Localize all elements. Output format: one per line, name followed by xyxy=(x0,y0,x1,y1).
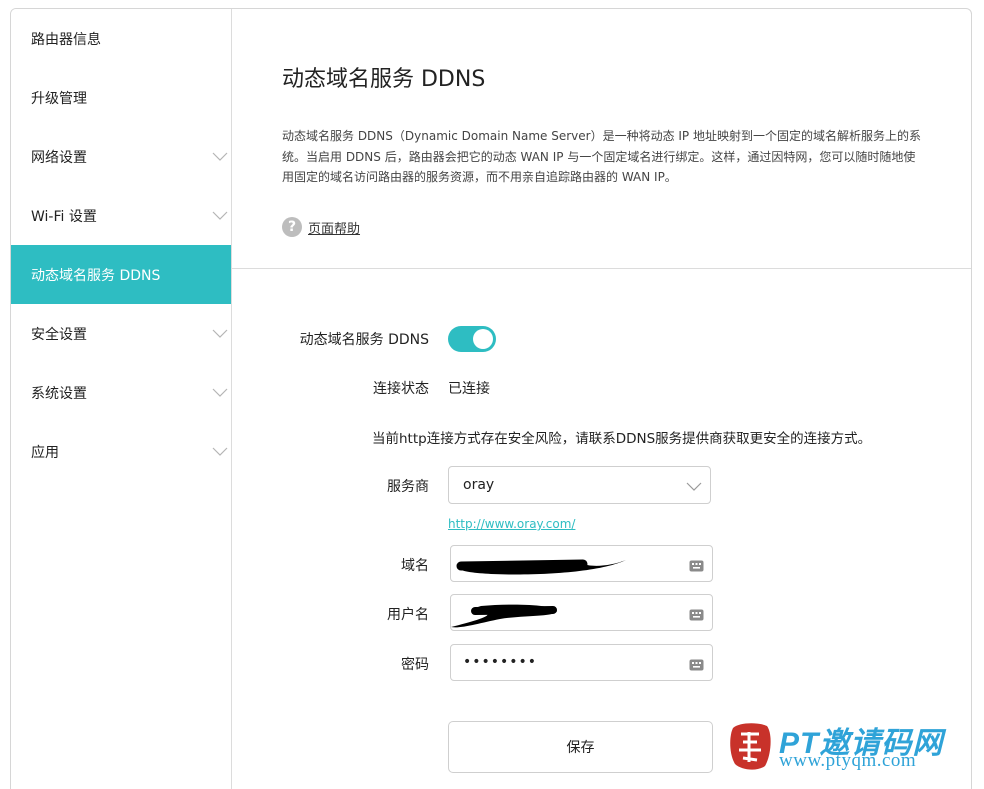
sidebar-item-label: 安全设置 xyxy=(31,326,87,343)
save-button[interactable]: 保存 xyxy=(448,721,713,773)
sidebar-item-security[interactable]: 安全设置 xyxy=(11,304,231,363)
sidebar-item-apps[interactable]: 应用 xyxy=(11,422,231,481)
sidebar-item-label: 系统设置 xyxy=(31,385,87,402)
page-help-label: 页面帮助 xyxy=(308,221,361,237)
sidebar-item-label: 应用 xyxy=(31,444,59,461)
provider-link[interactable]: http://www.oray.com/ xyxy=(448,517,575,531)
sidebar-item-wifi[interactable]: Wi-Fi 设置 xyxy=(11,186,231,245)
page-description: 动态域名服务 DDNS（Dynamic Domain Name Server）是… xyxy=(282,129,921,184)
main-content: 动态域名服务 DDNS 动态域名服务 DDNS（Dynamic Domain N… xyxy=(232,9,971,789)
router-admin-window: 路由器信息 升级管理 网络设置 Wi-Fi 设置 动态域名服务 DDNS 安全设… xyxy=(10,8,972,789)
page-help-link[interactable]: ? 页面帮助 xyxy=(282,217,360,237)
keyboard-icon[interactable] xyxy=(689,606,704,625)
sidebar-item-label: 网络设置 xyxy=(31,149,87,166)
chevron-down-icon xyxy=(686,480,702,496)
watermark-url: www.ptyqm.com xyxy=(779,750,917,771)
security-warning: 当前http连接方式存在安全风险，请联系DDNS服务提供商获取更安全的连接方式。 xyxy=(372,431,872,447)
password-field[interactable]: •••••••• xyxy=(450,644,713,681)
redaction-scribble xyxy=(456,559,626,575)
status-label: 连接状态 xyxy=(373,381,429,397)
watermark: PT邀请码网 www.ptyqm.com xyxy=(729,718,979,778)
keyboard-icon[interactable] xyxy=(689,557,704,576)
page-title: 动态域名服务 DDNS xyxy=(282,67,486,92)
toggle-knob xyxy=(473,329,493,349)
chevron-down-icon xyxy=(212,328,228,339)
status-value: 已连接 xyxy=(448,381,490,397)
username-label: 用户名 xyxy=(387,607,429,623)
ddns-toggle[interactable] xyxy=(448,326,496,352)
sidebar-item-router-info[interactable]: 路由器信息 xyxy=(11,9,231,68)
sidebar-item-network[interactable]: 网络设置 xyxy=(11,127,231,186)
username-field[interactable] xyxy=(450,594,713,631)
sidebar-item-label: 路由器信息 xyxy=(31,31,101,48)
sidebar-item-label: 升级管理 xyxy=(31,90,87,107)
chevron-down-icon xyxy=(212,387,228,398)
provider-select-value: oray xyxy=(463,477,495,493)
chevron-down-icon xyxy=(212,151,228,162)
question-circle-icon: ? xyxy=(282,217,302,237)
redaction-scribble xyxy=(451,604,557,628)
keyboard-icon[interactable] xyxy=(689,656,704,675)
sidebar: 路由器信息 升级管理 网络设置 Wi-Fi 设置 动态域名服务 DDNS 安全设… xyxy=(11,9,232,789)
sidebar-item-label: 动态域名服务 DDNS xyxy=(31,267,161,284)
domain-label: 域名 xyxy=(401,558,429,574)
provider-label: 服务商 xyxy=(387,479,429,495)
password-field-value: •••••••• xyxy=(463,654,538,670)
watermark-logo-icon xyxy=(730,723,771,770)
chevron-down-icon xyxy=(212,446,228,457)
sidebar-item-ddns[interactable]: 动态域名服务 DDNS xyxy=(11,245,231,304)
password-label: 密码 xyxy=(401,657,429,673)
ddns-toggle-label: 动态域名服务 DDNS xyxy=(299,332,429,348)
domain-field[interactable] xyxy=(450,545,713,582)
provider-select[interactable]: oray xyxy=(448,466,711,504)
sidebar-item-label: Wi-Fi 设置 xyxy=(31,208,97,225)
sidebar-item-system[interactable]: 系统设置 xyxy=(11,363,231,422)
sidebar-item-upgrade[interactable]: 升级管理 xyxy=(11,68,231,127)
section-divider xyxy=(232,268,971,269)
chevron-down-icon xyxy=(212,210,228,221)
